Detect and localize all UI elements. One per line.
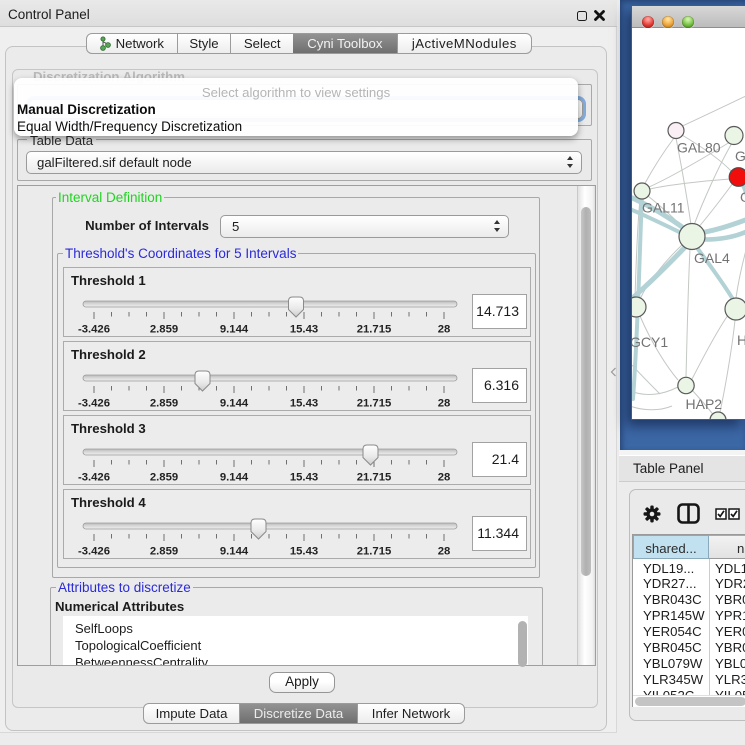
svg-text:9.144: 9.144 [220,398,249,410]
svg-text:-3.426: -3.426 [78,398,110,410]
svg-text:15.43: 15.43 [290,398,318,410]
svg-text:GA: GA [735,148,745,164]
svg-text:G: G [740,189,745,205]
svg-text:2.859: 2.859 [150,398,178,410]
svg-text:15.43: 15.43 [290,546,318,558]
svg-text:28: 28 [438,398,451,410]
svg-text:9.144: 9.144 [220,472,249,484]
svg-text:2.859: 2.859 [150,472,178,484]
svg-text:GAL11: GAL11 [642,200,685,216]
svg-text:9.144: 9.144 [220,546,249,558]
svg-text:-3.426: -3.426 [78,324,110,336]
svg-text:28: 28 [438,324,451,336]
svg-text:15.43: 15.43 [290,324,318,336]
svg-text:28: 28 [438,472,451,484]
svg-text:21.715: 21.715 [357,546,392,558]
svg-text:GAL80: GAL80 [677,140,721,156]
svg-text:GCY1: GCY1 [632,334,668,350]
svg-text:21.715: 21.715 [357,324,392,336]
svg-text:GAL4: GAL4 [694,250,730,266]
svg-text:15.43: 15.43 [290,472,318,484]
svg-text:21.715: 21.715 [357,472,392,484]
svg-text:-3.426: -3.426 [78,472,110,484]
svg-text:HAP2: HAP2 [686,396,723,412]
svg-text:2.859: 2.859 [150,546,178,558]
svg-text:2.859: 2.859 [150,324,178,336]
svg-text:H: H [737,332,745,348]
svg-text:-3.426: -3.426 [78,546,110,558]
svg-text:9.144: 9.144 [220,324,249,336]
svg-text:28: 28 [438,546,451,558]
svg-text:21.715: 21.715 [357,398,392,410]
